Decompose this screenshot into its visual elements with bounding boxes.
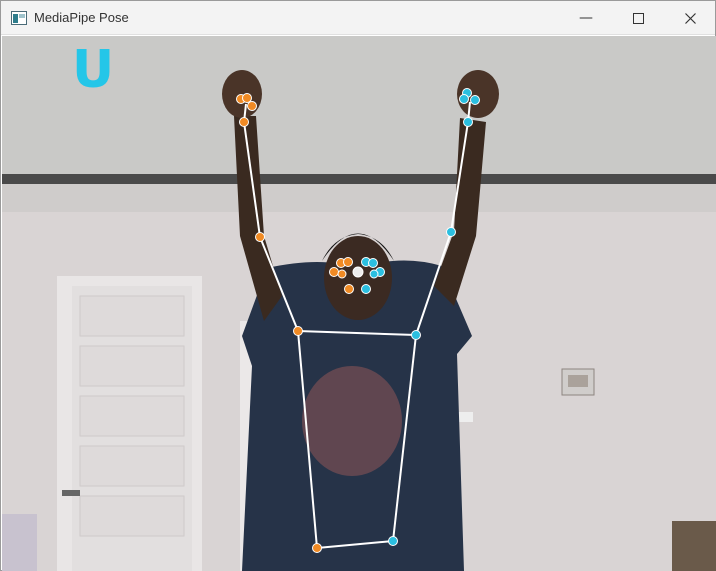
keypoint-right-eye [368, 258, 378, 268]
left-fist [222, 70, 262, 118]
ceiling-molding [2, 184, 716, 212]
keypoint-left-thumb [247, 101, 257, 111]
keypoint-left-mouth [344, 284, 354, 294]
floor-object [672, 521, 716, 571]
keypoint-left-wrist [239, 117, 249, 127]
keypoint-left-elbow [255, 232, 265, 242]
app-window: MediaPipe Pose — U [0, 0, 716, 571]
wall-switch-inner [568, 375, 588, 387]
maximize-icon [632, 12, 644, 24]
window-title: MediaPipe Pose [34, 10, 129, 25]
floor-object [2, 514, 37, 571]
keypoint-left-ear [337, 269, 347, 279]
gesture-letter-label: U [72, 40, 115, 100]
door-handle [62, 490, 80, 496]
keypoint-right-index [470, 95, 480, 105]
door-panel [79, 495, 185, 537]
keypoint-right-shoulder [411, 330, 421, 340]
window-app-icon [11, 11, 27, 25]
minimize-icon: — [579, 10, 593, 26]
keypoint-left-hip [312, 543, 322, 553]
door-panel [79, 345, 185, 387]
ceiling-trim [2, 174, 716, 184]
keypoint-left-index [242, 93, 252, 103]
door-panel [79, 295, 185, 337]
close-button[interactable] [667, 1, 713, 35]
keypoint-right-ear [369, 269, 379, 279]
door-panel [79, 395, 185, 437]
keypoint-right-wrist [463, 117, 473, 127]
shirt-print [302, 366, 402, 476]
keypoint-nose [352, 266, 364, 278]
camera-frame [2, 36, 716, 571]
keypoint-right-mouth [361, 284, 371, 294]
keypoint-left-eye-inner [343, 257, 353, 267]
keypoint-left-eye-outer [329, 267, 339, 277]
minimize-button[interactable]: — [563, 1, 609, 35]
person-head [324, 236, 392, 320]
door-panel [79, 445, 185, 487]
keypoint-right-elbow [446, 227, 456, 237]
maximize-button[interactable] [615, 1, 661, 35]
keypoint-left-shoulder [293, 326, 303, 336]
camera-feed: U [2, 36, 716, 571]
keypoint-right-hip [388, 536, 398, 546]
keypoint-right-thumb [459, 94, 469, 104]
close-icon [684, 12, 696, 24]
title-bar[interactable]: MediaPipe Pose — [1, 1, 715, 35]
